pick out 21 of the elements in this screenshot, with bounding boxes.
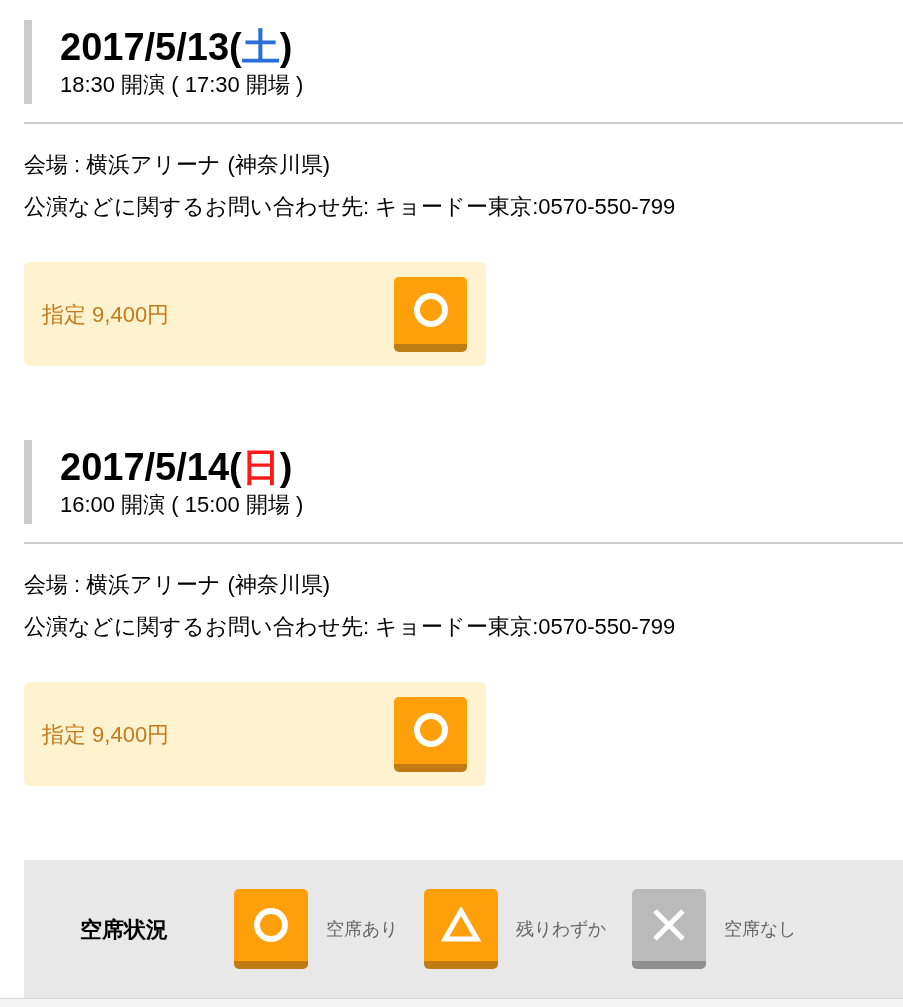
circle-icon — [411, 291, 450, 329]
performance-date: 2017/5/14(日) — [60, 445, 294, 490]
contact-text: 公演などに関するお問い合わせ先: キョードー東京:0570-550-799 — [24, 193, 677, 221]
seat-status-button[interactable] — [394, 696, 467, 772]
circle-icon — [411, 711, 450, 749]
venue-text: 会場 : 横浜アリーナ (神奈川県) — [24, 571, 332, 599]
legend-label: 残りわずか — [516, 917, 606, 941]
ticket-price: 指定 9,400円 — [42, 300, 170, 329]
cross-icon — [651, 907, 687, 943]
triangle-icon — [441, 907, 481, 943]
performance-time: 16:00 開演 ( 15:00 開場 ) — [60, 491, 305, 519]
legend-label: 空席なし — [724, 917, 796, 941]
legend-title: 空席状況 — [80, 915, 169, 944]
seat-status-button[interactable] — [394, 276, 467, 352]
performance-date: 2017/5/13(土) — [60, 25, 294, 70]
circle-icon — [252, 906, 290, 944]
venue-text: 会場 : 横浜アリーナ (神奈川県) — [24, 151, 332, 179]
ticket-price: 指定 9,400円 — [42, 720, 170, 749]
legend-label: 空席あり — [326, 917, 398, 941]
contact-text: 公演などに関するお問い合わせ先: キョードー東京:0570-550-799 — [24, 613, 677, 641]
performance-time: 18:30 開演 ( 17:30 開場 ) — [60, 71, 305, 99]
